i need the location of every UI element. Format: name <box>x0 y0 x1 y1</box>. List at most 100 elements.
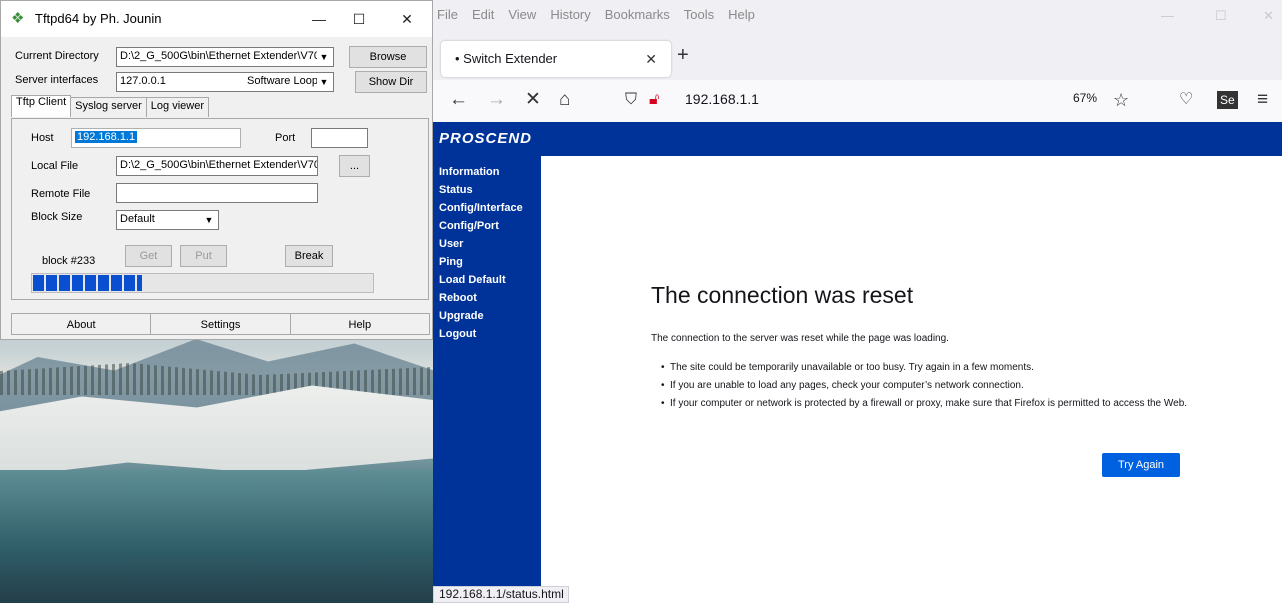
nav-status[interactable]: Status <box>439 181 541 199</box>
menu-file[interactable]: File <box>437 7 458 36</box>
menu-edit[interactable]: Edit <box>472 7 494 36</box>
wallpaper-water <box>0 470 433 603</box>
nav-reboot[interactable]: Reboot <box>439 289 541 307</box>
home-icon[interactable]: ⌂ <box>559 88 570 112</box>
error-suggestion: The site could be temporarily unavailabl… <box>661 361 1191 374</box>
minimize-button[interactable]: — <box>301 7 337 31</box>
nav-config-port[interactable]: Config/Port <box>439 217 541 235</box>
progress-fill <box>33 275 143 291</box>
error-title: The connection was reset <box>651 282 914 308</box>
chevron-down-icon[interactable]: ▼ <box>202 213 216 227</box>
tab-bar: • Switch Extender ✕ + <box>433 36 1282 80</box>
block-size-label: Block Size <box>31 211 83 223</box>
minimize-button[interactable]: — <box>1161 8 1174 23</box>
server-interface-ip: 127.0.0.1 <box>120 75 166 87</box>
nav-upgrade[interactable]: Upgrade <box>439 307 541 325</box>
remote-file-input[interactable] <box>116 183 318 203</box>
menu-help[interactable]: Help <box>728 7 755 36</box>
firefox-window: File Edit View History Bookmarks Tools H… <box>433 0 1282 603</box>
browser-tab[interactable]: • Switch Extender ✕ <box>441 41 671 77</box>
nav-load-default[interactable]: Load Default <box>439 271 541 289</box>
maximize-button[interactable]: ☐ <box>1215 8 1227 24</box>
zoom-level[interactable]: 67% <box>1073 91 1097 105</box>
tab-title: Switch Extender <box>463 51 558 66</box>
tftp-bottom-buttons: About Settings Help <box>11 313 430 335</box>
current-directory-value: D:\2_G_500G\bin\Ethernet Extender\V70 <box>120 50 320 62</box>
close-button[interactable]: ✕ <box>389 7 425 31</box>
tftp-tabs: Tftp Client Syslog server Log viewer <box>11 95 209 117</box>
stop-icon[interactable]: ✕ <box>525 88 541 112</box>
tab-syslog-server[interactable]: Syslog server <box>70 97 147 117</box>
menu-icon[interactable]: ≡ <box>1257 88 1268 112</box>
host-input[interactable]: 192.168.1.1 <box>71 128 241 148</box>
help-button[interactable]: Help <box>289 313 430 335</box>
nav-config-interface[interactable]: Config/Interface <box>439 199 541 217</box>
block-size-value: Default <box>120 213 155 225</box>
get-button[interactable]: Get <box>125 245 172 267</box>
error-description: The connection to the server was reset w… <box>651 333 949 344</box>
port-input[interactable] <box>311 128 368 148</box>
insecure-lock-icon[interactable]: 🔓︎ <box>649 88 659 112</box>
host-value: 192.168.1.1 <box>75 131 138 143</box>
page-content: PROSCEND Information Status Config/Inter… <box>433 122 1282 603</box>
nav-logout[interactable]: Logout <box>439 325 541 343</box>
menu-history[interactable]: History <box>550 7 590 36</box>
error-panel: The connection was reset The connection … <box>651 282 1191 415</box>
port-label: Port <box>275 132 296 144</box>
maximize-button[interactable]: ☐ <box>341 7 377 31</box>
url-text[interactable]: 192.168.1.1 <box>685 91 759 107</box>
loading-dot-icon: • <box>455 51 464 66</box>
settings-button[interactable]: Settings <box>150 313 291 335</box>
site-sidebar: Information Status Config/Interface Conf… <box>433 156 541 603</box>
try-again-button[interactable]: Try Again <box>1102 453 1180 477</box>
chevron-down-icon[interactable]: ▼ <box>317 75 331 89</box>
selenium-icon[interactable]: Se <box>1217 91 1238 109</box>
tftpd64-app-icon: ❖ <box>11 10 25 27</box>
current-directory-label: Current Directory <box>15 50 99 62</box>
error-suggestions: The site could be temporarily unavailabl… <box>651 361 1191 410</box>
current-directory-combo[interactable]: D:\2_G_500G\bin\Ethernet Extender\V70 ▼ <box>116 47 334 67</box>
menu-tools[interactable]: Tools <box>684 7 714 36</box>
window-title: Tftpd64 by Ph. Jounin <box>35 11 162 26</box>
status-bar-url: 192.168.1.1/status.html <box>433 586 569 603</box>
menu-bookmarks[interactable]: Bookmarks <box>605 7 670 36</box>
tracking-protection-icon[interactable]: ⛉ <box>625 88 637 112</box>
new-tab-button[interactable]: + <box>677 44 689 67</box>
transfer-status: block #233 <box>42 255 96 267</box>
local-file-input[interactable]: D:\2_G_500G\bin\Ethernet Extender\V708 <box>116 156 318 176</box>
break-button[interactable]: Break <box>285 245 333 267</box>
transfer-progress-bar <box>31 273 374 293</box>
tftpd64-titlebar[interactable]: ❖ Tftpd64 by Ph. Jounin — ☐ ✕ <box>1 1 432 37</box>
remote-file-label: Remote File <box>31 188 91 200</box>
server-interfaces-combo[interactable]: 127.0.0.1 Software Loop ▼ <box>116 72 334 92</box>
error-suggestion: If you are unable to load any pages, che… <box>661 379 1191 392</box>
nav-ping[interactable]: Ping <box>439 253 541 271</box>
chevron-down-icon[interactable]: ▼ <box>317 50 331 64</box>
local-file-browse-button[interactable]: ... <box>339 155 370 177</box>
proscend-logo: PROSCEND <box>439 130 533 147</box>
browse-button[interactable]: Browse <box>349 46 427 68</box>
server-interfaces-label: Server interfaces <box>15 74 99 86</box>
nav-information[interactable]: Information <box>439 163 541 181</box>
back-icon[interactable]: ← <box>449 88 468 112</box>
host-label: Host <box>31 132 54 144</box>
forward-icon[interactable]: → <box>487 88 506 112</box>
close-tab-icon[interactable]: ✕ <box>645 41 657 77</box>
bookmark-star-icon[interactable]: ☆ <box>1113 88 1129 112</box>
show-dir-button[interactable]: Show Dir <box>355 71 427 93</box>
tftpd64-window: ❖ Tftpd64 by Ph. Jounin — ☐ ✕ Current Di… <box>0 0 433 340</box>
about-button[interactable]: About <box>11 313 152 335</box>
site-banner: PROSCEND <box>433 122 1282 156</box>
put-button[interactable]: Put <box>180 245 227 267</box>
pocket-icon[interactable]: ♡ <box>1179 88 1193 112</box>
nav-user[interactable]: User <box>439 235 541 253</box>
close-button[interactable]: ✕ <box>1263 8 1274 24</box>
server-interface-name: Software Loop <box>247 75 318 87</box>
menu-view[interactable]: View <box>508 7 536 36</box>
block-size-select[interactable]: Default ▼ <box>116 210 219 230</box>
tab-log-viewer[interactable]: Log viewer <box>145 97 209 117</box>
navigation-toolbar: ← → ✕ ⌂ ⛉ 🔓︎ 192.168.1.1 67% ☆ ♡ Se ≡ <box>433 80 1282 122</box>
menu-bar: File Edit View History Bookmarks Tools H… <box>433 0 1282 36</box>
tab-tftp-client[interactable]: Tftp Client <box>11 95 72 117</box>
local-file-label: Local File <box>31 160 79 172</box>
